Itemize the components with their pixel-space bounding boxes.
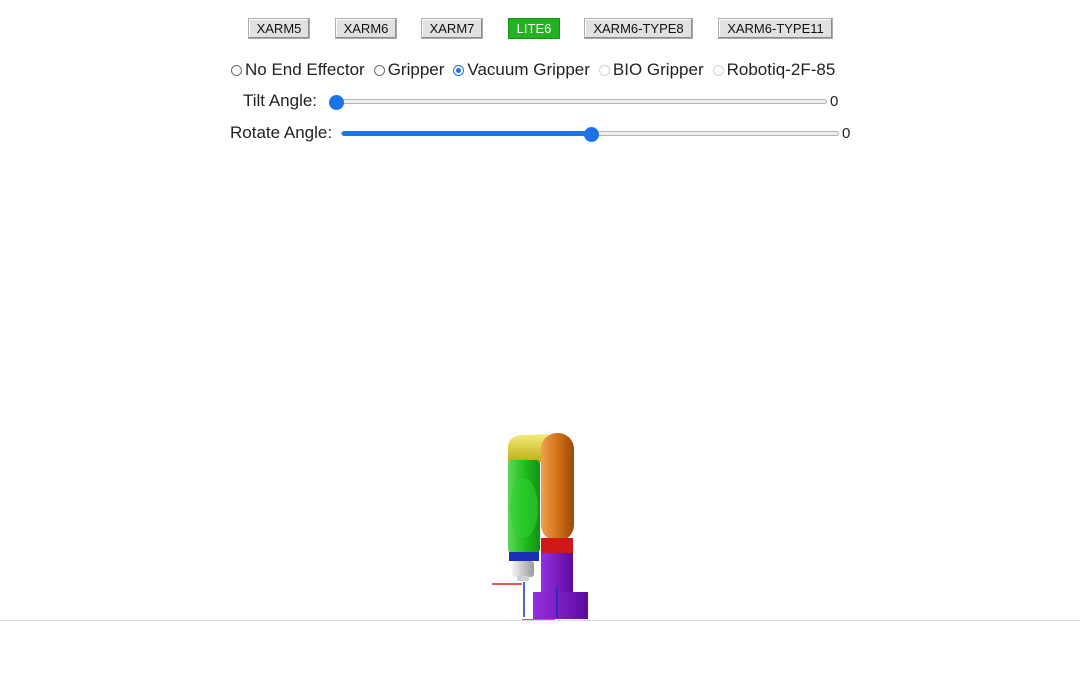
model-button-xarm6-type11[interactable]: XARM6-TYPE11 [718, 18, 833, 39]
label-bio-gripper: BIO Gripper [612, 60, 704, 79]
model-button-xarm5[interactable]: XARM5 [248, 18, 310, 39]
robot-link-orange [541, 433, 574, 541]
tilt-angle-control: Tilt Angle: 0 [0, 90, 1080, 112]
ground-plane-line [0, 620, 1080, 621]
label-vacuum-gripper: Vacuum Gripper [467, 60, 590, 79]
rotate-angle-control: Rotate Angle: 0 [0, 122, 1080, 144]
model-selector: XARM5 XARM6 XARM7 LITE6 XARM6-TYPE8 XARM… [0, 18, 1080, 40]
end-effector-selector: No End Effector Gripper Vacuum Gripper B… [230, 59, 843, 81]
rotate-angle-slider-fill [342, 131, 591, 136]
robot-link-red [541, 538, 573, 554]
rotate-angle-slider[interactable] [341, 127, 839, 142]
tilt-angle-slider-thumb[interactable] [329, 95, 344, 110]
robot-link-blue [509, 552, 539, 561]
tilt-angle-slider[interactable] [329, 95, 827, 110]
rotate-angle-label: Rotate Angle: [230, 123, 333, 142]
radio-gripper[interactable] [373, 64, 385, 76]
tilt-angle-value: 0 [830, 93, 839, 110]
model-button-xarm6[interactable]: XARM6 [335, 18, 397, 39]
radio-vacuum-gripper[interactable] [453, 64, 465, 76]
radio-no-end-effector[interactable] [231, 64, 242, 76]
radio-bio-gripper[interactable] [598, 64, 610, 76]
vacuum-tool [512, 561, 534, 577]
label-no-end-effector: No End Effector [245, 60, 365, 79]
model-button-lite6[interactable]: LITE6 [508, 18, 560, 39]
radio-robotiq-2f-85[interactable] [712, 64, 724, 76]
label-gripper: Gripper [387, 60, 445, 79]
robot-arm-model [492, 433, 588, 621]
rotate-angle-value: 0 [842, 125, 851, 142]
label-robotiq-2f-85: Robotiq-2F-85 [726, 60, 836, 79]
model-button-xarm6-type8[interactable]: XARM6-TYPE8 [584, 18, 693, 39]
robot-3d-viewport[interactable] [0, 160, 1080, 700]
model-button-xarm7[interactable]: XARM7 [421, 18, 483, 39]
tilt-angle-label: Tilt Angle: [243, 91, 318, 110]
rotate-angle-slider-thumb[interactable] [584, 127, 599, 142]
